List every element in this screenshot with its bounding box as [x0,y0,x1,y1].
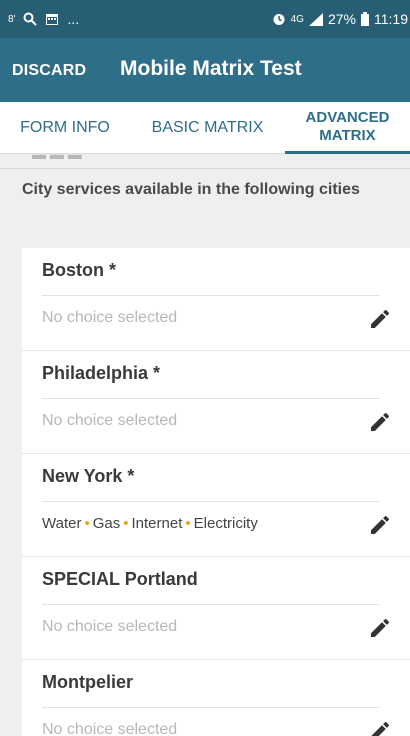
section-title: City services available in the following… [0,168,410,199]
tab-label-line2: MATRIX [319,126,376,144]
search-icon [23,12,38,26]
divider [42,604,380,605]
clock: 11:19 [374,11,408,27]
choice-value: Water [42,515,82,532]
pencil-icon[interactable] [368,513,392,537]
battery-percent: 27% [327,11,356,27]
item-label: New York * [42,466,135,486]
list-item[interactable]: SPECIAL Portland No choice selected [22,557,410,660]
list-item[interactable]: Montpelier No choice selected [22,660,410,736]
item-value: Water • Gas • Internet • Electricity [42,515,258,532]
status-more-text: ... [67,11,80,27]
divider [42,707,380,708]
tab-advanced-matrix[interactable]: ADVANCED MATRIX [285,102,410,154]
item-value: No choice selected [42,721,178,736]
tab-label: BASIC MATRIX [151,119,264,136]
tab-label: FORM INFO [20,119,110,136]
app-bar: DISCARD Mobile Matrix Test [0,38,410,102]
page-title: Mobile Matrix Test [120,57,302,80]
separator-dot: • [123,515,129,532]
item-value: No choice selected [42,309,178,326]
pencil-icon[interactable] [368,616,392,640]
calendar-icon [46,14,59,25]
scrolled-text-fragment: ▬ ▬ ▬ [32,154,82,162]
battery-icon [361,12,369,26]
status-notification-text: 8' [8,13,16,25]
tab-bar: FORM INFO BASIC MATRIX ADVANCED MATRIX [0,102,410,154]
discard-button[interactable]: DISCARD [12,62,86,80]
matrix-card: Boston * No choice selected Philadelphia… [22,248,410,736]
choice-value: Electricity [193,515,258,532]
form-content[interactable]: ▬ ▬ ▬ City services available in the fol… [0,154,410,736]
divider [42,295,380,296]
choice-value: Gas [92,515,121,532]
pencil-icon[interactable] [368,410,392,434]
divider [42,398,380,399]
list-item[interactable]: Boston * No choice selected [22,248,410,351]
network-type: 4G [290,13,304,25]
separator-dot: • [84,515,90,532]
separator-dot: • [185,515,191,532]
item-label: SPECIAL Portland [42,569,198,589]
item-label: Philadelphia * [42,363,161,383]
item-label: Montpelier [42,672,134,692]
item-label: Boston * [42,260,116,280]
pencil-icon[interactable] [368,719,392,736]
tab-basic-matrix[interactable]: BASIC MATRIX [130,102,285,154]
tab-label-line1: ADVANCED [305,108,390,126]
divider [42,501,380,502]
list-item[interactable]: Philadelphia * No choice selected [22,351,410,454]
status-bar: 8' ... 4G 27% 11:19 [0,0,410,38]
pencil-icon[interactable] [368,307,392,331]
choice-value: Internet [131,515,183,532]
item-value: No choice selected [42,618,178,635]
alarm-icon [273,14,285,25]
list-item[interactable]: New York * Water • Gas • Internet • Electricit… [22,454,410,557]
tab-form-info[interactable]: FORM INFO [0,102,130,154]
item-value: No choice selected [42,412,178,429]
signal-icon [308,12,323,26]
